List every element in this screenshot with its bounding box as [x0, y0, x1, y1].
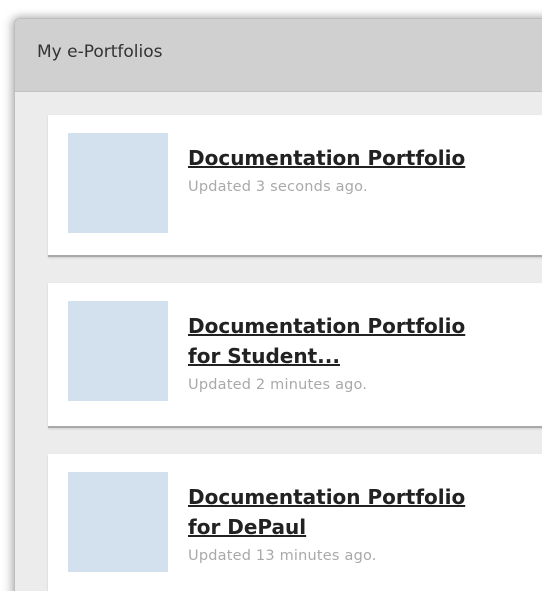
portfolio-title-line1[interactable]: Documentation Portfolio: [188, 485, 465, 509]
portfolio-title-line2[interactable]: for Student...: [188, 344, 340, 368]
portfolio-thumbnail[interactable]: [68, 301, 168, 401]
portfolio-updated-text: Updated 13 minutes ago.: [188, 548, 377, 564]
screenshot-frame: My e-Portfolios Documentation Portfolio …: [0, 0, 542, 591]
portfolio-title-line2[interactable]: for DePaul: [188, 515, 306, 539]
portfolio-title-line1[interactable]: Documentation Portfolio: [188, 314, 465, 338]
eportfolio-widget: My e-Portfolios Documentation Portfolio …: [14, 18, 542, 591]
portfolio-card[interactable]: Documentation Portfolio for DePaul Update…: [48, 454, 542, 591]
portfolio-card-text: Documentation Portfolio Updated 3 second…: [188, 143, 542, 195]
portfolio-updated-text: Updated 2 minutes ago.: [188, 377, 368, 393]
portfolio-thumbnail[interactable]: [68, 133, 168, 233]
portfolio-title-link[interactable]: Documentation Portfolio for DePaul: [188, 485, 465, 539]
portfolio-card-text: Documentation Portfolio for Student... Up…: [188, 311, 542, 393]
portfolio-card[interactable]: Documentation Portfolio for Student... Up…: [48, 283, 542, 428]
portfolio-list: Documentation Portfolio Updated 3 second…: [15, 92, 542, 591]
widget-title: My e-Portfolios: [37, 42, 163, 62]
widget-header: My e-Portfolios: [15, 19, 542, 92]
portfolio-card-text: Documentation Portfolio for DePaul Update…: [188, 482, 542, 564]
portfolio-title-link[interactable]: Documentation Portfolio for Student...: [188, 314, 465, 368]
portfolio-thumbnail[interactable]: [68, 472, 168, 572]
portfolio-updated-text: Updated 3 seconds ago.: [188, 179, 368, 195]
portfolio-title-link[interactable]: Documentation Portfolio: [188, 146, 465, 170]
portfolio-card[interactable]: Documentation Portfolio Updated 3 second…: [48, 115, 542, 257]
